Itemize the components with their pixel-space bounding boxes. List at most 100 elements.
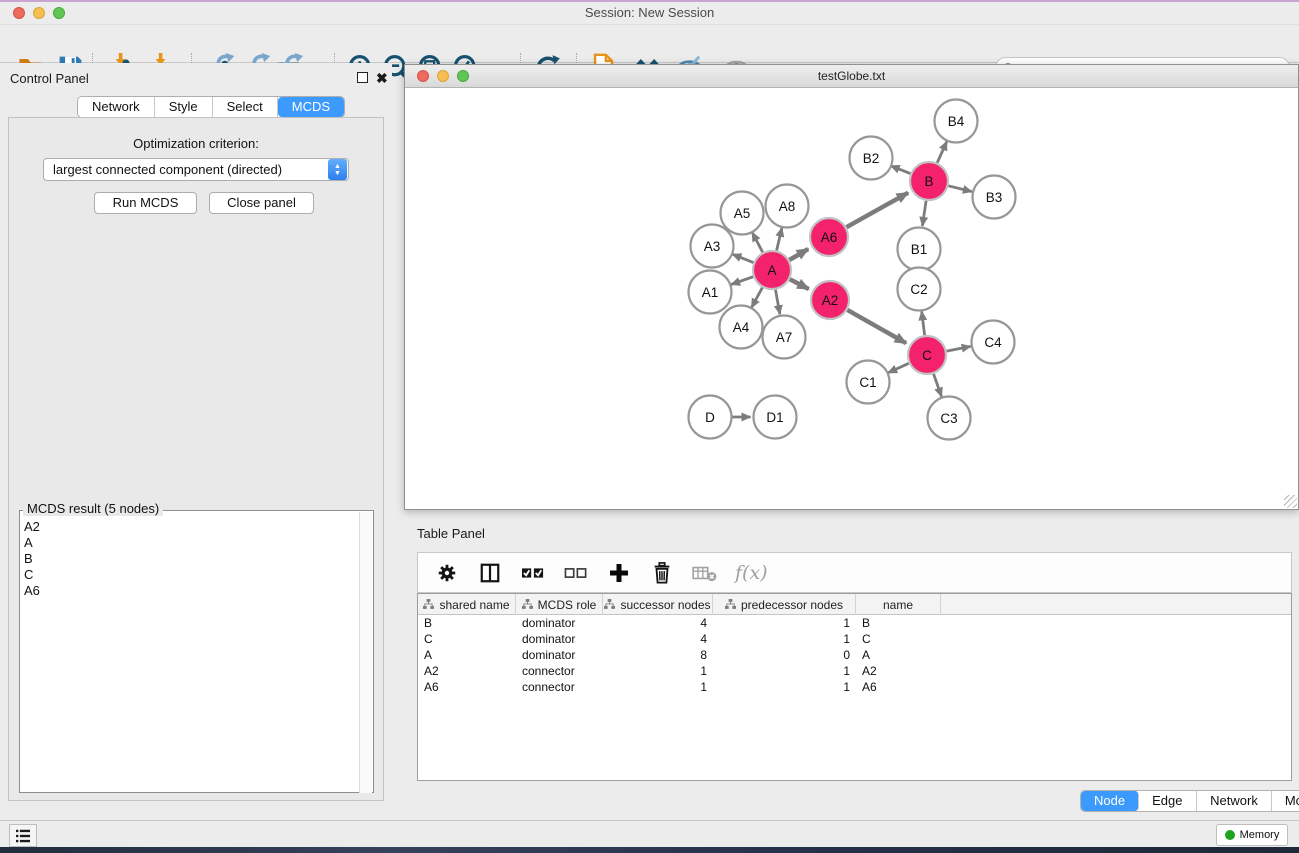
edge-A-A8[interactable] [777, 228, 782, 251]
cell-successor-nodes[interactable]: 1 [603, 679, 713, 695]
cell-MCDS-role[interactable]: connector [516, 679, 603, 695]
table-row[interactable]: Adominator80A [418, 647, 1291, 663]
zoom-window-button[interactable] [53, 7, 65, 19]
tab-edge-table[interactable]: Edge Table [1139, 791, 1197, 811]
table-settings-gear-icon[interactable] [434, 560, 460, 586]
node-D1[interactable]: D1 [754, 396, 797, 439]
cell-MCDS-role[interactable]: connector [516, 663, 603, 679]
cell-predecessor-nodes[interactable]: 0 [713, 647, 856, 663]
close-network-window-button[interactable] [417, 70, 429, 82]
tab-network[interactable]: Network [78, 97, 155, 117]
table-row[interactable]: A6connector11A6 [418, 679, 1291, 695]
node-C3[interactable]: C3 [928, 397, 971, 440]
cell-successor-nodes[interactable]: 4 [603, 631, 713, 647]
cell-successor-nodes[interactable]: 1 [603, 663, 713, 679]
cell-predecessor-nodes[interactable]: 1 [713, 679, 856, 695]
delete-trash-icon[interactable] [649, 560, 675, 586]
memory-button[interactable]: Memory [1216, 824, 1288, 846]
tab-motifs[interactable]: Motifs [1272, 791, 1299, 811]
mcds-result-item[interactable]: A6 [24, 583, 40, 599]
edge-A-A3[interactable] [732, 254, 753, 262]
column-header-shared-name[interactable]: shared name [418, 594, 516, 615]
node-A8[interactable]: A8 [766, 185, 809, 228]
node-table[interactable]: shared nameMCDS rolesuccessor nodesprede… [417, 593, 1292, 781]
node-B2[interactable]: B2 [850, 137, 893, 180]
node-A[interactable]: A [753, 251, 791, 289]
resize-grip-icon[interactable] [1284, 495, 1297, 508]
edge-C-C1[interactable] [888, 363, 909, 373]
mcds-result-item[interactable]: A [24, 535, 40, 551]
node-B1[interactable]: B1 [898, 228, 941, 271]
node-D[interactable]: D [689, 396, 732, 439]
minimize-window-button[interactable] [33, 7, 45, 19]
node-B3[interactable]: B3 [973, 176, 1016, 219]
edge-C-C4[interactable] [947, 346, 971, 351]
optimization-criterion-select[interactable]: largest connected component (directed) ▲… [43, 158, 349, 181]
tab-style[interactable]: Style [155, 97, 213, 117]
edge-A-A6[interactable] [789, 249, 808, 260]
column-header-predecessor-nodes[interactable]: predecessor nodes [713, 594, 856, 615]
cell-name[interactable]: A2 [856, 663, 941, 679]
node-A4[interactable]: A4 [720, 306, 763, 349]
edge-A-A5[interactable] [752, 232, 763, 252]
unselect-all-icon[interactable] [563, 560, 589, 586]
tab-mcds[interactable]: MCDS [278, 97, 344, 117]
mcds-result-item[interactable]: C [24, 567, 40, 583]
mcds-result-item[interactable]: B [24, 551, 40, 567]
add-column-plus-icon[interactable] [606, 560, 632, 586]
column-header-successor-nodes[interactable]: successor nodes [603, 594, 713, 615]
tab-network-table[interactable]: Network Table [1197, 791, 1272, 811]
node-A3[interactable]: A3 [691, 225, 734, 268]
mcds-result-item[interactable]: A2 [24, 519, 40, 535]
node-C[interactable]: C [908, 336, 946, 374]
node-B4[interactable]: B4 [935, 100, 978, 143]
select-all-icon[interactable] [520, 560, 546, 586]
node-A6[interactable]: A6 [810, 218, 848, 256]
network-canvas[interactable]: B4B2BB3A5A8A6A3B1AA1C2A2A4A7C4CC1C3DD1 [405, 88, 1298, 509]
show-column-panel-icon[interactable] [477, 560, 503, 586]
run-mcds-button[interactable]: Run MCDS [94, 192, 197, 214]
task-history-button[interactable] [9, 824, 37, 847]
node-A7[interactable]: A7 [763, 316, 806, 359]
edge-C-C3[interactable] [934, 374, 942, 397]
zoom-network-window-button[interactable] [457, 70, 469, 82]
cell-shared-name[interactable]: A2 [418, 663, 516, 679]
cell-shared-name[interactable]: C [418, 631, 516, 647]
cell-shared-name[interactable]: A [418, 647, 516, 663]
edge-B-B2[interactable] [891, 166, 911, 174]
node-A1[interactable]: A1 [689, 271, 732, 314]
edge-B-B1[interactable] [922, 201, 926, 226]
edge-A-A1[interactable] [731, 277, 753, 285]
node-C2[interactable]: C2 [898, 268, 941, 311]
cell-predecessor-nodes[interactable]: 1 [713, 615, 856, 631]
close-window-button[interactable] [13, 7, 25, 19]
close-panel-icon[interactable]: ✖ [376, 73, 388, 84]
float-panel-icon[interactable] [357, 72, 368, 83]
table-row[interactable]: Bdominator41B [418, 615, 1291, 631]
node-A5[interactable]: A5 [721, 192, 764, 235]
edge-B-B4[interactable] [937, 141, 947, 162]
node-C4[interactable]: C4 [972, 321, 1015, 364]
result-scrollbar[interactable] [359, 512, 372, 793]
node-B[interactable]: B [910, 162, 948, 200]
tab-select[interactable]: Select [213, 97, 278, 117]
minimize-network-window-button[interactable] [437, 70, 449, 82]
node-C1[interactable]: C1 [847, 361, 890, 404]
edge-C-C2[interactable] [922, 311, 925, 335]
cell-name[interactable]: B [856, 615, 941, 631]
cell-MCDS-role[interactable]: dominator [516, 615, 603, 631]
close-panel-button[interactable]: Close panel [209, 192, 314, 214]
cell-shared-name[interactable]: B [418, 615, 516, 631]
mcds-result-box[interactable]: A2ABCA6 [19, 510, 374, 793]
cell-successor-nodes[interactable]: 8 [603, 647, 713, 663]
cell-predecessor-nodes[interactable]: 1 [713, 663, 856, 679]
edge-A6-B[interactable] [847, 193, 909, 228]
table-row[interactable]: Cdominator41C [418, 631, 1291, 647]
cell-name[interactable]: C [856, 631, 941, 647]
table-row[interactable]: A2connector11A2 [418, 663, 1291, 679]
cell-predecessor-nodes[interactable]: 1 [713, 631, 856, 647]
column-header-name[interactable]: name [856, 594, 941, 615]
cell-name[interactable]: A6 [856, 679, 941, 695]
cell-MCDS-role[interactable]: dominator [516, 647, 603, 663]
tab-node-table[interactable]: Node Table [1081, 791, 1139, 811]
